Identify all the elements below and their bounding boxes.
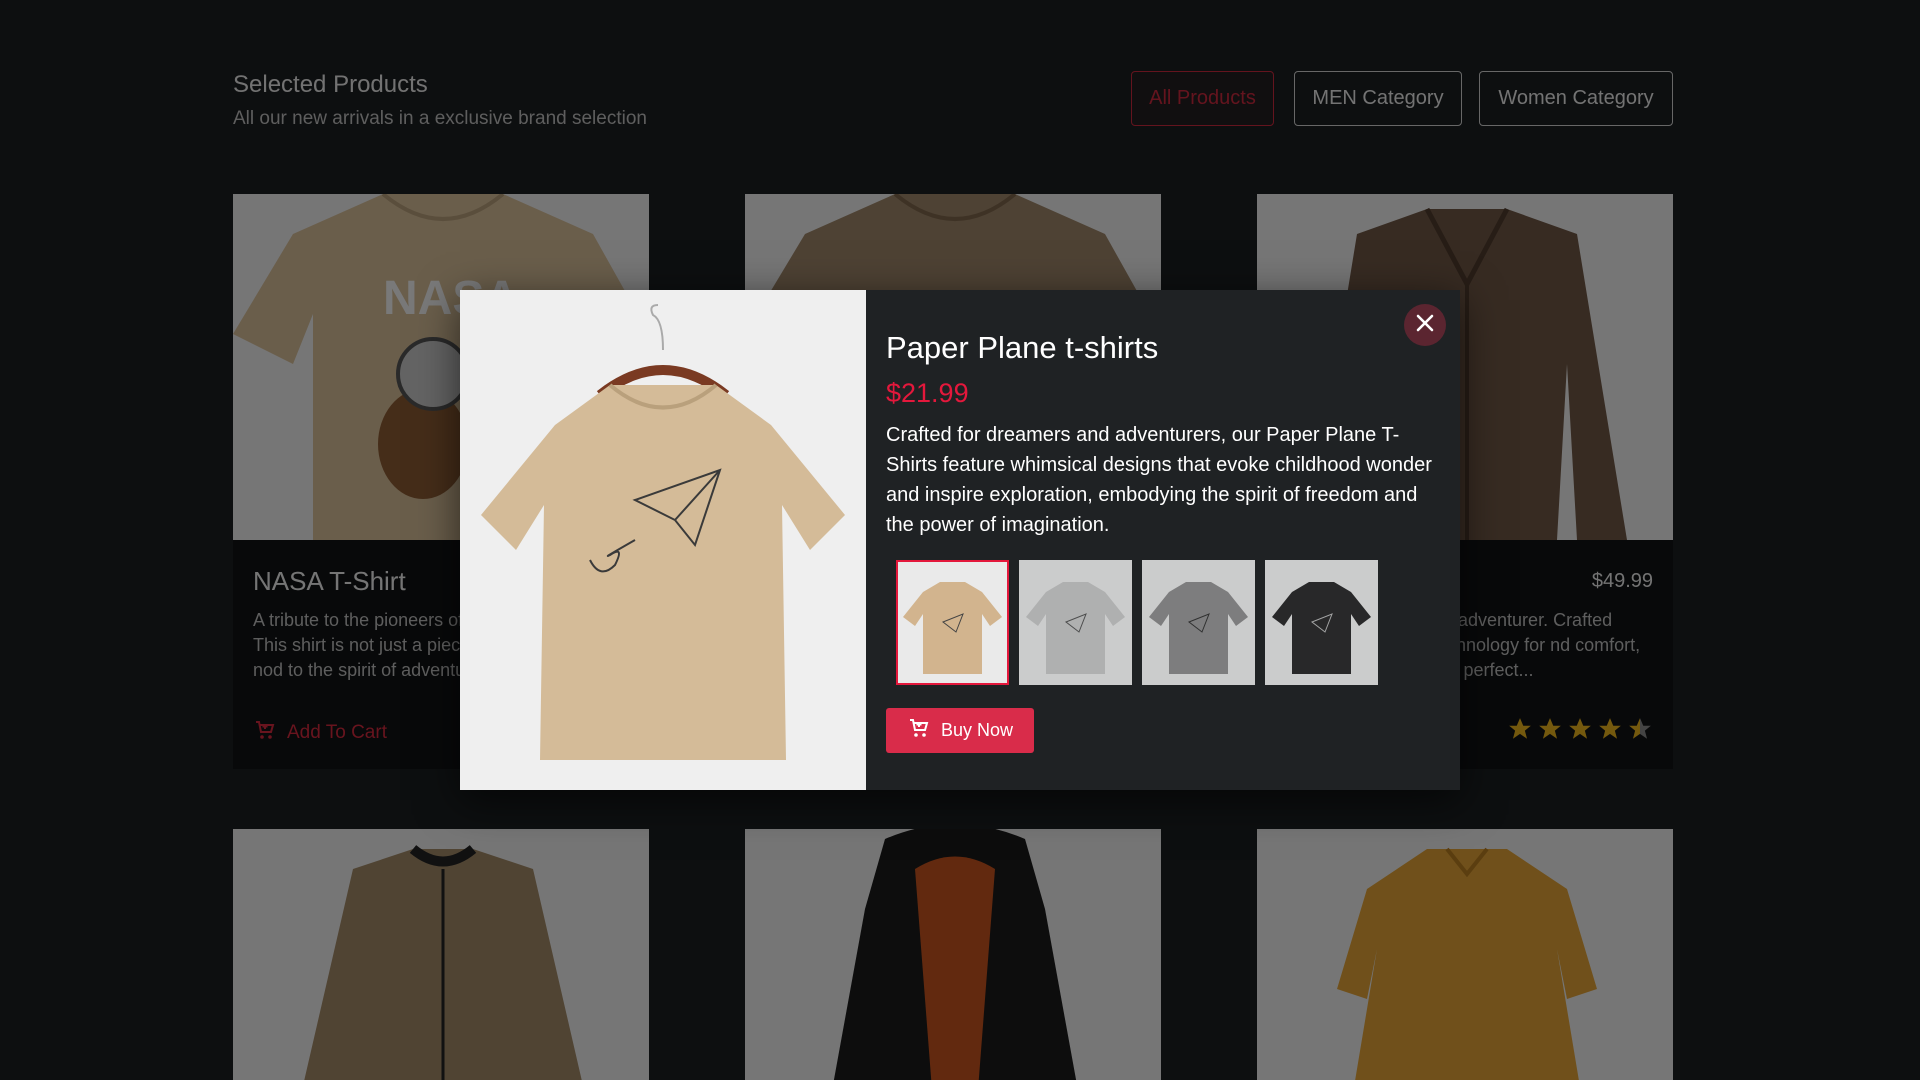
variant-thumb-grey[interactable]	[1142, 560, 1255, 685]
close-button[interactable]	[1404, 304, 1446, 346]
modal-product-image	[460, 290, 866, 790]
modal-title: Paper Plane t-shirts	[886, 330, 1159, 365]
variant-thumb-black[interactable]	[1265, 560, 1378, 685]
close-icon	[1415, 313, 1435, 338]
product-modal: Paper Plane t-shirts $21.99 Crafted for …	[460, 290, 1460, 790]
cart-icon	[907, 716, 931, 745]
buy-now-button[interactable]: Buy Now	[886, 708, 1034, 753]
modal-description: Crafted for dreamers and adventurers, ou…	[886, 424, 1432, 536]
variant-thumb-beige[interactable]	[896, 560, 1009, 685]
modal-price: $21.99	[886, 378, 969, 408]
variant-thumbnails	[896, 560, 1378, 685]
buy-now-label: Buy Now	[940, 720, 1014, 740]
variant-thumb-light-grey[interactable]	[1019, 560, 1132, 685]
